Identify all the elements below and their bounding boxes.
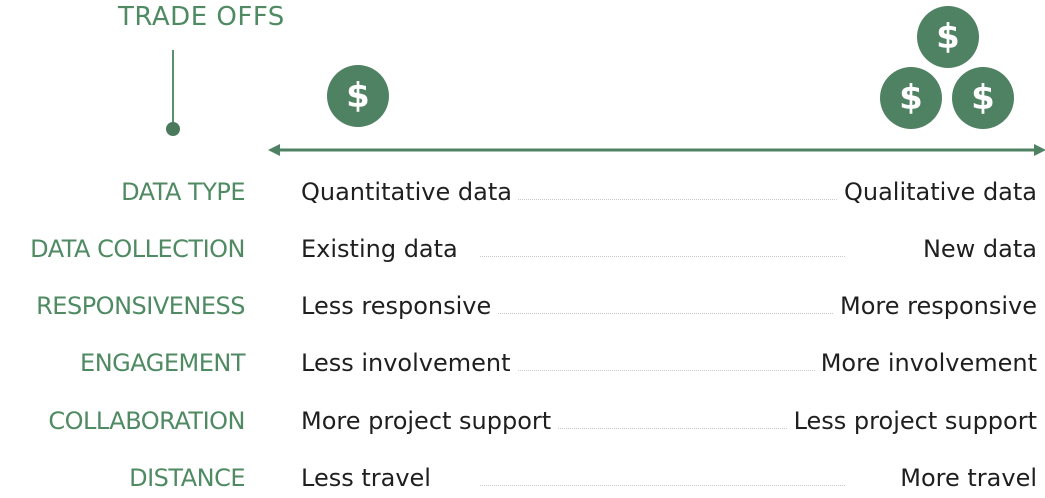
row-right-option: Less project support [787,401,1037,441]
row-left-option: Less travel [301,458,437,498]
dollar-coin-icon: $ [327,65,389,127]
diagram-title: TRADE OFFS [118,2,285,32]
row-label: ENGAGEMENT [80,349,245,377]
row-label: DATA COLLECTION [30,235,245,263]
title-connector-dot [166,122,180,136]
svg-text:$: $ [346,76,370,116]
tradeoff-row: ENGAGEMENT Less involvement More involve… [0,343,1045,383]
svg-text:$: $ [899,78,923,118]
tradeoff-row: COLLABORATION More project support Less … [0,401,1045,441]
tradeoff-double-arrow [268,144,1045,156]
row-label: DATA TYPE [121,178,245,206]
dollar-coin-icon: $ [880,67,942,129]
row-label: COLLABORATION [48,407,245,435]
row-label: RESPONSIVENESS [36,292,245,320]
row-dotted-line [480,199,845,200]
tradeoff-row: DATA COLLECTION Existing data New data [0,229,1045,269]
tradeoff-row: DISTANCE Less travel More travel [0,458,1045,498]
svg-text:$: $ [971,78,995,118]
tradeoff-row: DATA TYPE Quantitative data Qualitative … [0,172,1045,212]
title-connector-line [172,50,174,124]
row-left-option: Quantitative data [301,172,518,212]
row-right-option: More travel [894,458,1037,498]
row-right-option: More involvement [814,343,1037,383]
dollar-coin-icon: $ [917,6,979,68]
row-dotted-line [480,370,845,371]
row-left-option: Less involvement [301,343,517,383]
svg-text:$: $ [936,17,960,57]
row-right-option: More responsive [833,286,1037,326]
row-dotted-line [480,485,845,486]
row-right-option: New data [916,229,1037,269]
dollar-coin-icon: $ [952,67,1014,129]
tradeoff-row: RESPONSIVENESS Less responsive More resp… [0,286,1045,326]
row-right-option: Qualitative data [838,172,1037,212]
row-dotted-line [480,313,845,314]
row-left-option: More project support [301,401,558,441]
row-dotted-line [480,256,845,257]
row-label: DISTANCE [129,464,245,492]
row-left-option: Existing data [301,229,464,269]
row-left-option: Less responsive [301,286,498,326]
